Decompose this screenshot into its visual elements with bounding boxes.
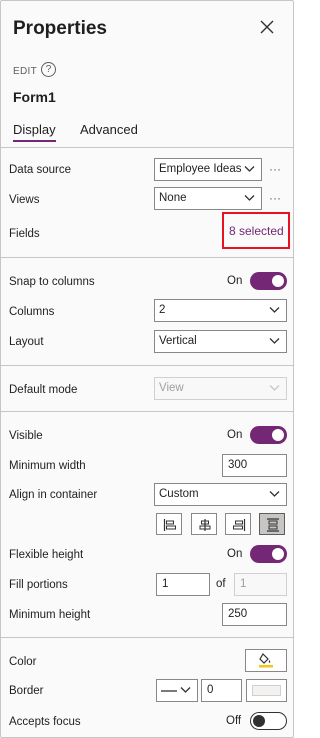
layout-dropdown[interactable]: Vertical bbox=[154, 330, 287, 353]
layout-label: Layout bbox=[9, 336, 44, 348]
visible-label: Visible bbox=[9, 430, 43, 442]
accepts-focus-toggle-state: Off bbox=[226, 715, 242, 727]
divider bbox=[1, 147, 293, 148]
minimum-width-input[interactable]: 300 bbox=[222, 454, 287, 477]
properties-panel: Properties EDIT ? Form1 Display Advanced… bbox=[0, 0, 294, 738]
snap-to-columns-label: Snap to columns bbox=[9, 276, 95, 288]
columns-value: 2 bbox=[159, 304, 166, 316]
data-source-label: Data source bbox=[9, 164, 72, 176]
chevron-down-icon bbox=[269, 307, 280, 313]
chevron-down-icon bbox=[269, 491, 280, 497]
chevron-down-icon bbox=[269, 338, 280, 344]
flexible-height-toggle[interactable] bbox=[250, 545, 287, 563]
views-label: Views bbox=[9, 194, 40, 206]
edit-label: EDIT bbox=[13, 66, 37, 77]
align-center-icon bbox=[199, 519, 211, 531]
border-color-swatch bbox=[252, 685, 281, 696]
divider bbox=[1, 637, 293, 638]
divider bbox=[1, 257, 293, 258]
fill-portions-label: Fill portions bbox=[9, 579, 68, 591]
divider bbox=[1, 365, 293, 366]
fill-portions-input[interactable]: 1 bbox=[156, 573, 210, 596]
toggle-knob bbox=[272, 548, 284, 560]
toggle-knob bbox=[272, 275, 284, 287]
align-start-button[interactable] bbox=[156, 513, 182, 535]
visible-toggle[interactable] bbox=[250, 426, 287, 444]
chevron-down-icon bbox=[244, 195, 255, 201]
chevron-down-icon bbox=[244, 166, 255, 172]
flexible-height-label: Flexible height bbox=[9, 549, 84, 561]
minimum-height-label: Minimum height bbox=[9, 609, 91, 621]
data-source-value: Employee Ideas bbox=[159, 163, 242, 175]
chevron-down-icon bbox=[269, 385, 280, 391]
form-name: Form1 bbox=[13, 89, 56, 105]
align-in-container-dropdown[interactable]: Custom bbox=[154, 483, 287, 506]
default-mode-label: Default mode bbox=[9, 384, 78, 396]
color-picker-button[interactable] bbox=[245, 649, 287, 672]
fields-label: Fields bbox=[9, 228, 40, 240]
default-mode-dropdown: View bbox=[154, 377, 287, 400]
fill-portions-total-input: 1 bbox=[234, 573, 287, 596]
columns-dropdown[interactable]: 2 bbox=[154, 299, 287, 322]
color-label: Color bbox=[9, 656, 37, 668]
tab-display-underline bbox=[13, 140, 56, 142]
fill-portions-of-label: of bbox=[216, 578, 226, 590]
fields-selected-link[interactable]: 8 selected bbox=[229, 224, 284, 238]
minimum-height-input[interactable]: 250 bbox=[222, 603, 287, 626]
chevron-down-icon bbox=[180, 687, 191, 693]
flexible-height-toggle-state: On bbox=[227, 548, 243, 560]
toggle-knob bbox=[272, 429, 284, 441]
views-more-button[interactable]: ··· bbox=[269, 191, 281, 205]
tab-advanced[interactable]: Advanced bbox=[80, 122, 138, 137]
layout-value: Vertical bbox=[159, 335, 197, 347]
tab-display[interactable]: Display bbox=[13, 122, 56, 137]
border-color-button[interactable] bbox=[246, 679, 287, 702]
close-icon[interactable] bbox=[260, 20, 276, 36]
visible-toggle-state: On bbox=[227, 429, 243, 441]
border-style-dropdown[interactable] bbox=[156, 679, 198, 702]
border-width-input[interactable]: 0 bbox=[201, 679, 242, 702]
align-start-icon bbox=[163, 519, 176, 531]
default-mode-value: View bbox=[159, 382, 184, 394]
align-stretch-button[interactable] bbox=[259, 513, 285, 535]
align-center-button[interactable] bbox=[191, 513, 217, 535]
data-source-dropdown[interactable]: Employee Ideas bbox=[154, 158, 262, 181]
align-stretch-icon bbox=[267, 518, 279, 532]
align-end-icon bbox=[233, 519, 246, 531]
divider bbox=[1, 411, 293, 412]
views-dropdown[interactable]: None bbox=[154, 187, 262, 210]
border-label: Border bbox=[9, 685, 44, 697]
align-end-button[interactable] bbox=[225, 513, 251, 535]
snap-toggle-state: On bbox=[227, 275, 243, 287]
columns-label: Columns bbox=[9, 306, 55, 318]
align-in-container-label: Align in container bbox=[9, 489, 98, 501]
accepts-focus-toggle[interactable] bbox=[250, 712, 287, 730]
help-icon[interactable]: ? bbox=[41, 62, 56, 77]
minimum-width-label: Minimum width bbox=[9, 460, 86, 472]
line-style-icon bbox=[161, 690, 177, 692]
views-value: None bbox=[159, 192, 187, 204]
data-source-more-button[interactable]: ··· bbox=[269, 162, 281, 176]
snap-to-columns-toggle[interactable] bbox=[250, 272, 287, 290]
align-in-container-value: Custom bbox=[159, 488, 199, 500]
accepts-focus-label: Accepts focus bbox=[9, 716, 81, 728]
panel-title: Properties bbox=[13, 18, 107, 39]
toggle-knob bbox=[253, 715, 265, 727]
fill-bucket-icon bbox=[259, 653, 273, 668]
